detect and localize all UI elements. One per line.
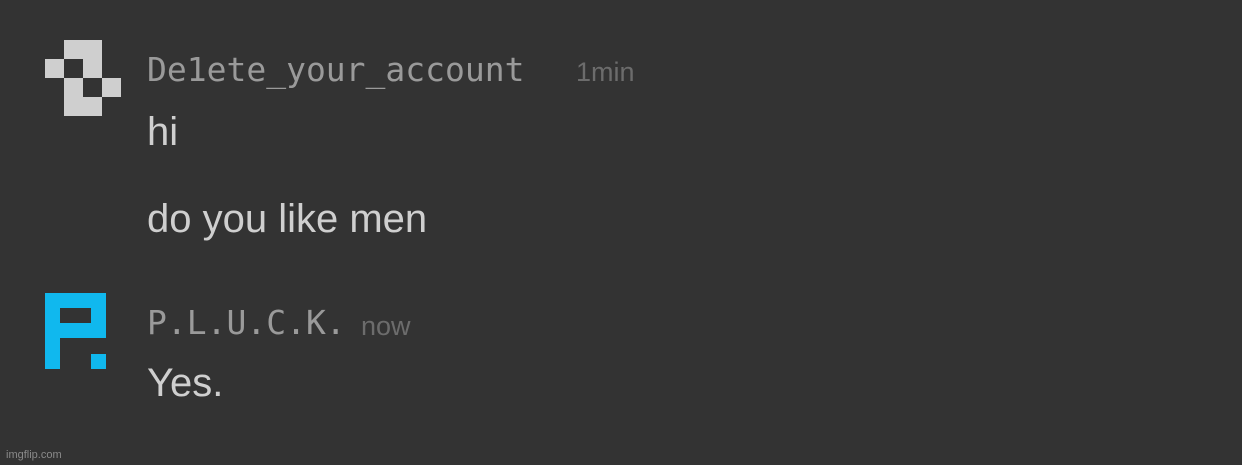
timestamp: 1min [576,57,635,87]
message-text: Yes. [147,361,224,405]
avatar-icon[interactable] [45,293,106,369]
avatar-icon[interactable] [45,40,121,116]
username[interactable]: De1ete_your_account [147,53,525,86]
username[interactable]: P.L.U.C.K. [147,306,346,339]
watermark: imgflip.com [6,449,62,461]
timestamp: now [361,311,411,341]
message-text: do you like men [147,197,428,241]
message-text: hi [147,110,179,154]
